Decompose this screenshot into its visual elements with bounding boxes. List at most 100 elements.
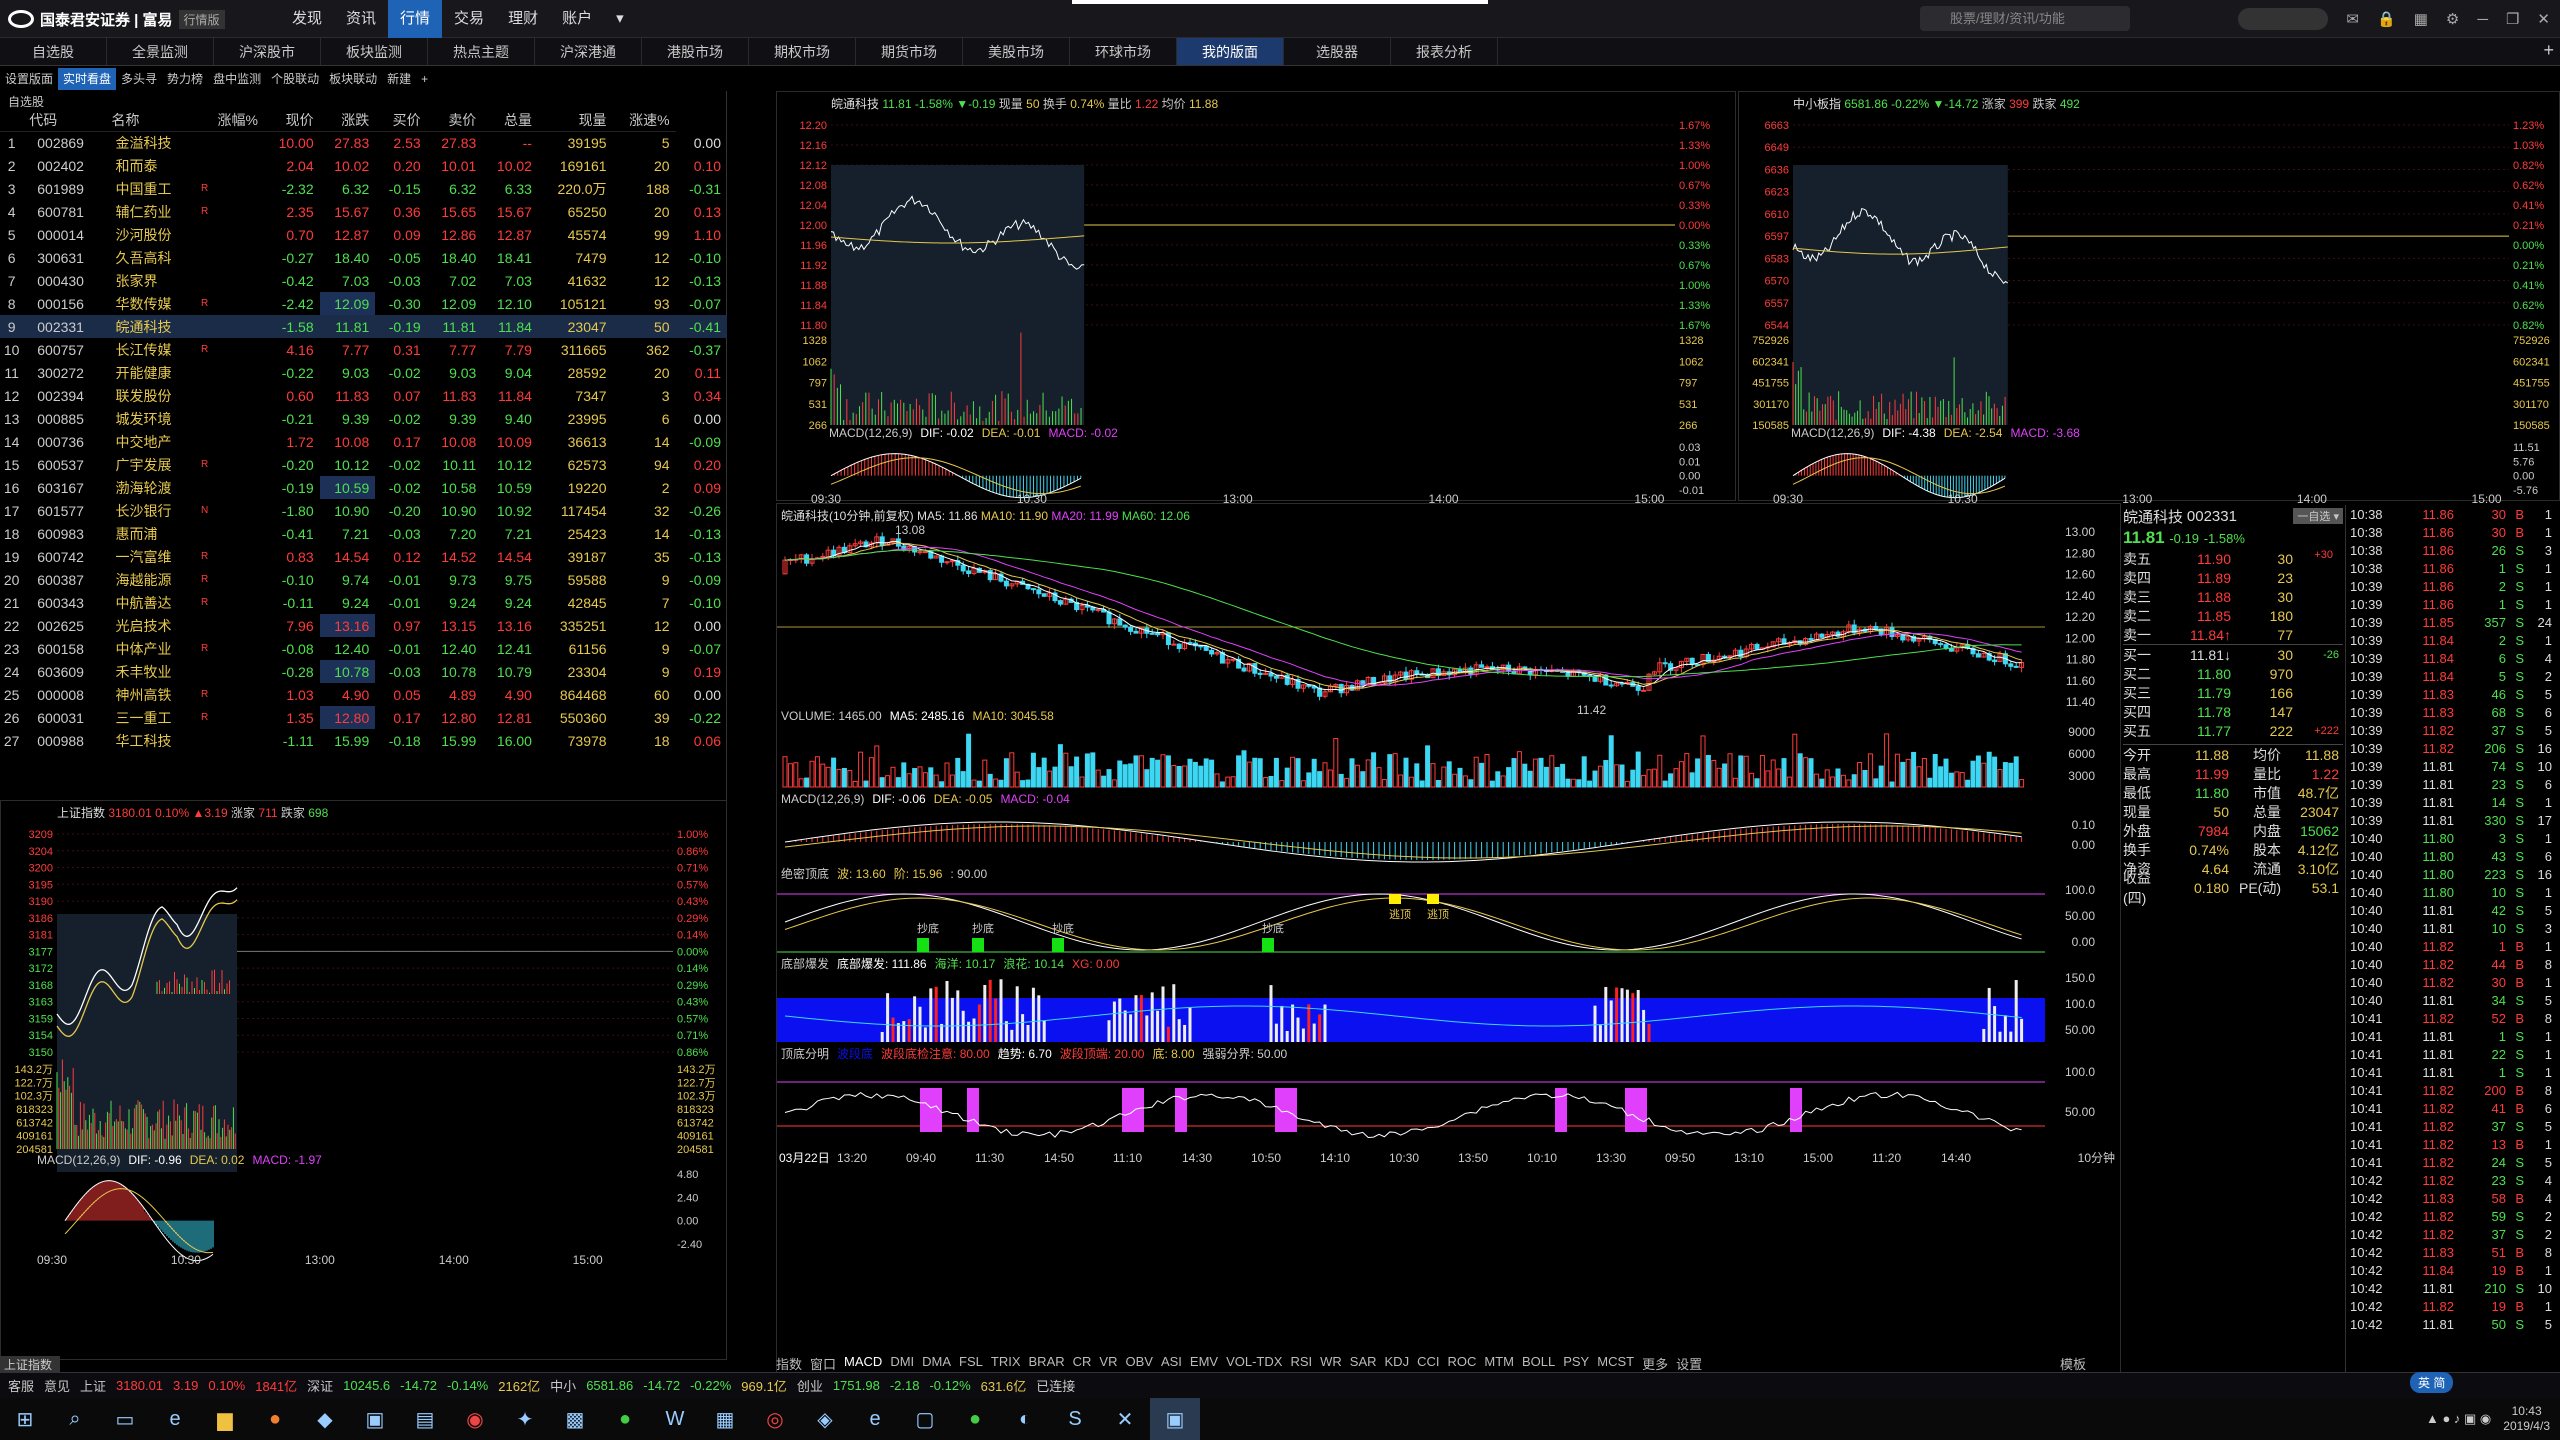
app-icon-4[interactable]: ✦ bbox=[500, 1398, 550, 1440]
word-icon[interactable]: W bbox=[650, 1398, 700, 1440]
avatar[interactable] bbox=[2238, 8, 2329, 30]
app-icon-13[interactable]: ✕ bbox=[1100, 1398, 1150, 1440]
menu-trade[interactable]: 交易 bbox=[442, 0, 496, 38]
indicator-tab-0[interactable]: 指数 bbox=[776, 1354, 802, 1372]
ask-row[interactable]: 卖二 11.85 180 bbox=[2123, 606, 2343, 625]
close-icon[interactable]: ✕ bbox=[2537, 10, 2550, 28]
minimize-icon[interactable]: ─ bbox=[2477, 11, 2488, 28]
menu-account[interactable]: 账户 bbox=[550, 0, 604, 38]
table-row[interactable]: 16 603167 渤海轮渡 -0.19 10.59 -0.02 10.58 10.59 192… bbox=[0, 476, 727, 499]
tab-8[interactable]: 期货市场 bbox=[856, 38, 963, 65]
bid-row[interactable]: 买一 11.81↓ 30 -26 bbox=[2123, 645, 2343, 664]
indicator-tab-14[interactable]: RSI bbox=[1290, 1354, 1312, 1372]
header-7[interactable]: 总量 bbox=[482, 109, 538, 132]
subtab-3[interactable]: 势力榜 bbox=[162, 68, 208, 90]
indicator-tab-20[interactable]: MTM bbox=[1484, 1354, 1514, 1372]
indicator-tab-24[interactable]: 更多 bbox=[1642, 1354, 1668, 1372]
indicator-tab-15[interactable]: WR bbox=[1320, 1354, 1342, 1372]
header-1[interactable]: 名称 bbox=[111, 109, 202, 132]
subtab-1[interactable]: 实时看盘 bbox=[58, 68, 117, 90]
indicator-tab-10[interactable]: OBV bbox=[1125, 1354, 1152, 1372]
bid-row[interactable]: 买三 11.79 166 bbox=[2123, 683, 2343, 702]
mode-selector[interactable]: 行情版 bbox=[178, 9, 225, 29]
table-row[interactable]: 22 002625 光启技术 7.96 13.16 0.97 13.15 13.16 33525… bbox=[0, 614, 727, 637]
bid-row[interactable]: 买五 11.77 222 +222 bbox=[2123, 721, 2343, 740]
indicator-tab-17[interactable]: KDJ bbox=[1385, 1354, 1410, 1372]
tray-icons[interactable]: ▲ ● ♪ ▣ ◉ bbox=[2426, 1411, 2491, 1427]
skype-icon[interactable]: S bbox=[1050, 1398, 1100, 1440]
app-icon-12[interactable]: ◐ bbox=[1000, 1398, 1050, 1440]
ask-row[interactable]: 卖三 11.88 30 bbox=[2123, 587, 2343, 606]
table-row[interactable]: 11 300272 开能健康 -0.22 9.03 -0.02 9.03 9.04 28592 2… bbox=[0, 361, 727, 384]
table-row[interactable]: 6 300631 久吾高科 -0.27 18.40 -0.05 18.40 18.41 7479… bbox=[0, 246, 727, 269]
ask-row[interactable]: 卖四 11.89 23 bbox=[2123, 568, 2343, 587]
app-icon-1[interactable]: ◆ bbox=[300, 1398, 350, 1440]
mail-icon[interactable]: ✉ bbox=[2346, 10, 2359, 28]
indicator-tab-6[interactable]: TRIX bbox=[991, 1354, 1021, 1372]
index-bottom-tab[interactable]: 上证指数 bbox=[0, 1356, 60, 1372]
table-row[interactable]: 21 600343 中航善达 R -0.11 9.24 -0.01 9.24 9.24 42845… bbox=[0, 591, 727, 614]
indicator-tab-13[interactable]: VOL-TDX bbox=[1226, 1354, 1282, 1372]
header-2[interactable]: 涨幅% bbox=[201, 109, 264, 132]
ie-icon[interactable]: e bbox=[850, 1398, 900, 1440]
table-row[interactable]: 26 600031 三一重工 R 1.35 12.80 0.17 12.80 12.81 5503… bbox=[0, 706, 727, 729]
tab-5[interactable]: 沪深港通 bbox=[535, 38, 642, 65]
ime-indicator[interactable]: 英 简 bbox=[2410, 1372, 2454, 1393]
header-4[interactable]: 涨跌 bbox=[319, 109, 376, 132]
table-row[interactable]: 15 600537 广宇发展 R -0.20 10.12 -0.02 10.11 10.12 62… bbox=[0, 453, 727, 476]
subtab-0[interactable]: 设置版面 bbox=[0, 68, 58, 90]
tab-6[interactable]: 港股市场 bbox=[642, 38, 749, 65]
table-row[interactable]: 5 000014 沙河股份 0.70 12.87 0.09 12.86 12.87 45574 9… bbox=[0, 223, 727, 246]
table-row[interactable]: 2 002402 和而泰 2.04 10.02 0.20 10.01 10.02 169161 2… bbox=[0, 154, 727, 177]
subtab-7[interactable]: 新建 bbox=[382, 68, 416, 90]
indicator-tab-2[interactable]: MACD bbox=[844, 1354, 882, 1372]
indicator-tab-12[interactable]: EMV bbox=[1190, 1354, 1218, 1372]
app-icon-6[interactable]: ● bbox=[600, 1398, 650, 1440]
indicator-tab-5[interactable]: FSL bbox=[959, 1354, 983, 1372]
tab-10[interactable]: 环球市场 bbox=[1070, 38, 1177, 65]
status-item-1[interactable]: 意见 bbox=[44, 1376, 70, 1395]
app-icon-3[interactable]: ▤ bbox=[400, 1398, 450, 1440]
table-row[interactable]: 23 600158 中体产业 R -0.08 12.40 -0.01 12.40 12.41 61… bbox=[0, 637, 727, 660]
indicator-tab-19[interactable]: ROC bbox=[1447, 1354, 1476, 1372]
tab-0[interactable]: 自选股 bbox=[0, 38, 107, 65]
ask-row[interactable]: 卖五 11.90 30 bbox=[2123, 549, 2343, 568]
indicator-tab-8[interactable]: CR bbox=[1073, 1354, 1092, 1372]
intraday2-chart[interactable]: 6663 6649 6636 6623 6610 6597 6583 6570 6557 6544… bbox=[1739, 115, 2560, 507]
table-row[interactable]: 25 000008 神州高铁 R 1.03 4.90 0.05 4.89 4.90 864468 6… bbox=[0, 683, 727, 706]
folder-icon[interactable]: ▆ bbox=[200, 1398, 250, 1440]
app-icon-9[interactable]: ◈ bbox=[800, 1398, 850, 1440]
indicator-tab-16[interactable]: SAR bbox=[1350, 1354, 1377, 1372]
app-icon-10[interactable]: ▢ bbox=[900, 1398, 950, 1440]
app-icon-8[interactable]: ◎ bbox=[750, 1398, 800, 1440]
table-row[interactable]: 8 000156 华数传媒 R -2.42 12.09 -0.30 12.09 12.10 105… bbox=[0, 292, 727, 315]
table-row[interactable]: 14 000736 中交地产 1.72 10.08 0.17 10.08 10.09 36613… bbox=[0, 430, 727, 453]
ask-row[interactable]: 卖一 11.84↑ 77 bbox=[2123, 625, 2343, 644]
status-item-22[interactable]: 已连接 bbox=[1036, 1376, 1075, 1395]
menu-more-icon[interactable]: ▾ bbox=[604, 0, 636, 38]
tab-4[interactable]: 热点主题 bbox=[428, 38, 535, 65]
restore-icon[interactable]: ❐ bbox=[2506, 10, 2519, 28]
table-row[interactable]: 13 000885 城发环境 -0.21 9.39 -0.02 9.39 9.40 23995 6… bbox=[0, 407, 727, 430]
menu-finance[interactable]: 理财 bbox=[496, 0, 550, 38]
header-6[interactable]: 卖价 bbox=[426, 109, 483, 132]
tab-2[interactable]: 沪深股市 bbox=[214, 38, 321, 65]
table-row[interactable]: 9 002331 皖通科技 -1.58 11.81 -0.19 11.81 11.84 2304… bbox=[0, 315, 727, 338]
table-row[interactable]: 1 002869 金溢科技 10.00 27.83 2.53 27.83 -- 39195 5 0.… bbox=[0, 131, 727, 154]
indicator-tab-25[interactable]: 设置 bbox=[1676, 1354, 1702, 1372]
new-layout-add-icon[interactable]: + bbox=[416, 68, 433, 90]
menu-news[interactable]: 资讯 bbox=[334, 0, 388, 38]
grid-icon[interactable]: ▦ bbox=[2414, 10, 2428, 28]
edge-icon[interactable]: e bbox=[150, 1398, 200, 1440]
tab-7[interactable]: 期权市场 bbox=[749, 38, 856, 65]
table-row[interactable]: 17 601577 长沙银行 N -1.80 10.90 -0.20 10.90 10.92 11… bbox=[0, 499, 727, 522]
header-0[interactable]: 代码 bbox=[29, 109, 112, 132]
app-icon-5[interactable]: ▩ bbox=[550, 1398, 600, 1440]
bid-row[interactable]: 买二 11.80 970 bbox=[2123, 664, 2343, 683]
indicator-tab-1[interactable]: 窗口 bbox=[810, 1354, 836, 1372]
indicator-tab-9[interactable]: VR bbox=[1099, 1354, 1117, 1372]
app-icon-7[interactable]: ▦ bbox=[700, 1398, 750, 1440]
bid-row[interactable]: 买四 11.78 147 bbox=[2123, 702, 2343, 721]
indicator-tab-22[interactable]: PSY bbox=[1563, 1354, 1589, 1372]
intraday1-chart[interactable]: 12.20 12.16 12.12 12.08 12.04 12.00 11.96 11.92… bbox=[777, 115, 1737, 507]
